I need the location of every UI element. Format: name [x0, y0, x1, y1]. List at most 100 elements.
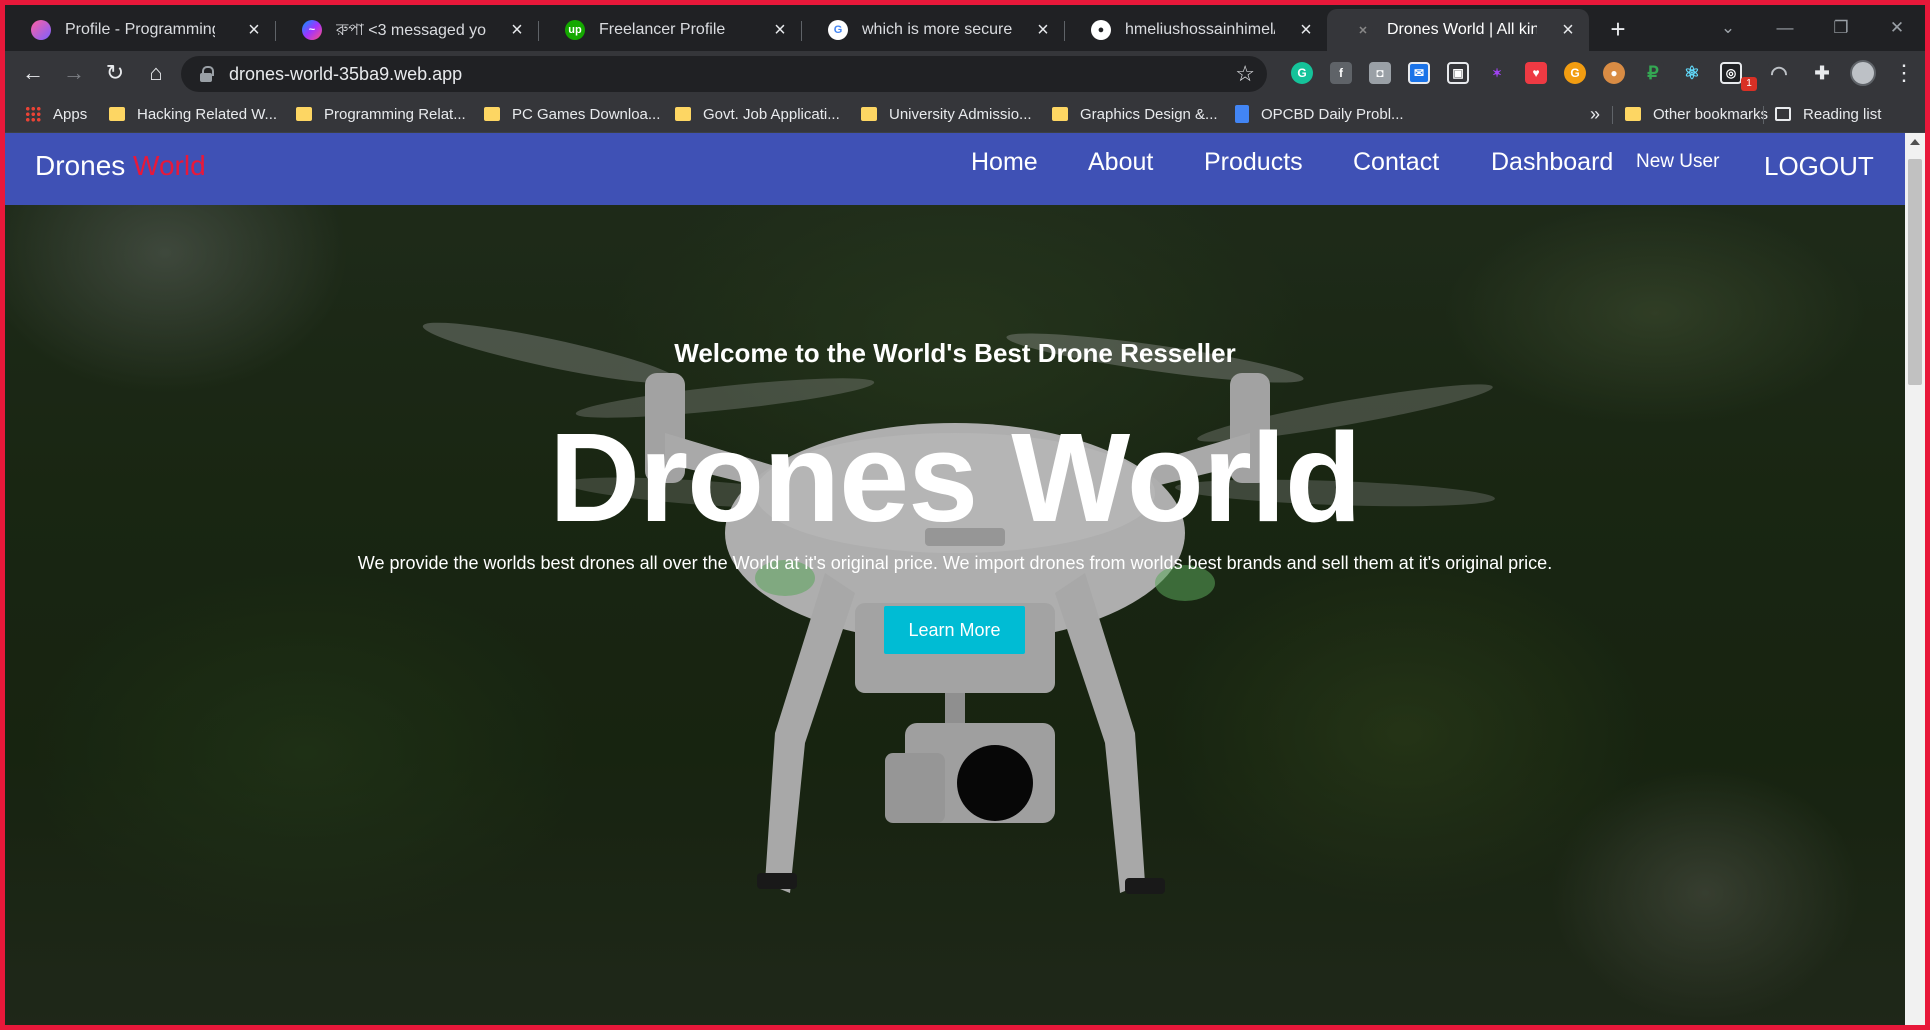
bookmark-label: Apps [53, 105, 88, 123]
g-orange-icon[interactable]: G [1564, 62, 1586, 84]
currency-icon[interactable]: ₽ [1642, 62, 1664, 84]
cookie-icon[interactable]: ● [1603, 62, 1625, 84]
tab-title: Profile - Programming Hero [65, 21, 215, 38]
scroll-thumb[interactable] [1908, 159, 1922, 385]
tab-search-icon[interactable]: ⌄ [1715, 15, 1741, 41]
profile-avatar[interactable] [1850, 60, 1876, 86]
folder-icon [484, 107, 500, 121]
nav-home[interactable]: Home [971, 148, 1038, 177]
folder-icon [1625, 107, 1641, 121]
site-navbar: Drones World Home About Products Contact… [5, 133, 1905, 205]
sparkle-icon[interactable]: ✶ [1486, 62, 1508, 84]
scroll-up-arrow-icon[interactable] [1910, 139, 1920, 145]
bookmark-folder[interactable]: Govt. Job Applicati... [675, 103, 840, 125]
reading-list[interactable]: Reading list [1775, 103, 1881, 125]
folder-icon [861, 107, 877, 121]
hero-eyebrow: Welcome to the World's Best Drone Ressel… [674, 338, 1236, 368]
folder-icon [109, 107, 125, 121]
browser-window: Profile - Programming Hero × ~ রুপা <3 m… [5, 5, 1925, 1025]
address-bar[interactable]: drones-world-35ba9.web.app ☆ [181, 56, 1267, 92]
bookmark-apps[interactable]: Apps [25, 103, 87, 125]
folder-icon [1052, 107, 1068, 121]
page-scrollbar[interactable] [1905, 133, 1925, 1025]
browser-toolbar: ← → ↻ ⌂ drones-world-35ba9.web.app ☆ G f… [5, 51, 1925, 95]
document-icon [1235, 105, 1249, 123]
apps-icon [25, 106, 41, 122]
url-text[interactable]: drones-world-35ba9.web.app [229, 64, 462, 85]
hero-description: We provide the worlds best drones all ov… [357, 553, 1553, 573]
camera-icon[interactable]: ◘ [1369, 62, 1391, 84]
upwork-icon: up [565, 20, 585, 40]
other-bookmarks[interactable]: Other bookmarks [1625, 103, 1768, 125]
bookmark-label: Other bookmarks [1653, 105, 1769, 123]
current-user-name: New User [1636, 151, 1720, 172]
programming-hero-icon [31, 20, 51, 40]
logout-button[interactable]: LOGOUT [1764, 151, 1874, 182]
restore-icon[interactable]: ❐ [1828, 15, 1854, 41]
minimize-icon[interactable]: — [1772, 15, 1798, 41]
hero-title: Drones World [549, 407, 1362, 548]
home-icon[interactable]: ⌂ [142, 59, 170, 87]
tab-google[interactable]: G which is more secure betwe × [802, 9, 1064, 51]
folder-icon [296, 107, 312, 121]
bookmark-folder[interactable]: Programming Relat... [296, 103, 466, 125]
grammarly-icon[interactable]: G [1291, 62, 1313, 84]
tab-upwork[interactable]: up Freelancer Profile × [539, 9, 801, 51]
puzzle-icon[interactable]: ✚ [1811, 62, 1833, 84]
facebook-icon[interactable]: f [1330, 62, 1352, 84]
lock-icon[interactable] [199, 66, 214, 82]
bookmark-label: Govt. Job Applicati... [703, 105, 840, 123]
nav-about[interactable]: About [1088, 148, 1153, 177]
bookmark-label: Hacking Related W... [137, 105, 278, 123]
tab-messenger[interactable]: ~ রুপা <3 messaged you × [276, 9, 538, 51]
window-icon[interactable]: ▣ [1447, 62, 1469, 84]
drone-favicon-icon: ✕ [1353, 20, 1373, 40]
close-icon[interactable]: × [1295, 19, 1317, 41]
pocket-icon[interactable]: ♥ [1525, 62, 1547, 84]
bookmarks-overflow[interactable]: » [1590, 103, 1600, 125]
nav-contact[interactable]: Contact [1353, 148, 1439, 177]
nav-products[interactable]: Products [1204, 148, 1303, 177]
bookmark-folder[interactable]: Hacking Related W... [109, 103, 277, 125]
close-icon[interactable]: × [1557, 19, 1579, 41]
reload-icon[interactable]: ↻ [101, 59, 129, 87]
tab-github[interactable]: ● hmeliushossainhimel/asteri × [1065, 9, 1327, 51]
close-icon[interactable]: × [243, 19, 265, 41]
bookmark-label: Graphics Design &... [1080, 105, 1218, 123]
github-icon: ● [1091, 20, 1111, 40]
bookmark-separator [1763, 106, 1764, 124]
forward-icon[interactable]: → [60, 59, 88, 87]
redux-icon[interactable]: ◎ [1720, 62, 1742, 84]
tab-drones-world[interactable]: ✕ Drones World | All kinds of × [1327, 9, 1589, 51]
bookmark-doc[interactable]: OPCBD Daily Probl... [1235, 103, 1404, 125]
mail-icon[interactable]: ✉ [1408, 62, 1430, 84]
messenger-icon: ~ [302, 20, 322, 40]
arc-icon[interactable]: ◠ [1768, 62, 1790, 85]
bookmark-label: University Admissio... [889, 105, 1032, 123]
bookmark-folder[interactable]: University Admissio... [861, 103, 1032, 125]
extension-badge: 1 [1741, 77, 1757, 91]
tab-programming-hero[interactable]: Profile - Programming Hero × [5, 9, 275, 51]
tab-title: which is more secure betwe [862, 21, 1012, 38]
tab-strip: Profile - Programming Hero × ~ রুপা <3 m… [5, 5, 1925, 51]
bookmark-folder[interactable]: PC Games Downloa... [484, 103, 660, 125]
react-devtools-icon[interactable]: ⚛ [1681, 62, 1703, 84]
bookmark-label: OPCBD Daily Probl... [1261, 105, 1404, 123]
site-brand[interactable]: Drones World [35, 150, 206, 182]
bookmark-label: Reading list [1803, 105, 1882, 123]
new-tab-button[interactable]: + [1605, 16, 1631, 43]
bookmark-star-icon[interactable]: ☆ [1235, 61, 1255, 87]
learn-more-button[interactable]: Learn More [884, 606, 1025, 654]
nav-dashboard[interactable]: Dashboard [1491, 148, 1613, 177]
folder-icon [675, 107, 691, 121]
back-icon[interactable]: ← [19, 59, 47, 87]
menu-kebab-icon[interactable]: ⋮ [1893, 61, 1915, 85]
tab-title: hmeliushossainhimel/asteri [1125, 21, 1275, 38]
close-icon[interactable]: × [506, 19, 528, 41]
brand-first-word: Drones [35, 150, 126, 181]
google-icon: G [828, 20, 848, 40]
window-close-icon[interactable]: ✕ [1884, 15, 1910, 41]
close-icon[interactable]: × [769, 19, 791, 41]
close-icon[interactable]: × [1032, 19, 1054, 41]
bookmark-folder[interactable]: Graphics Design &... [1052, 103, 1218, 125]
